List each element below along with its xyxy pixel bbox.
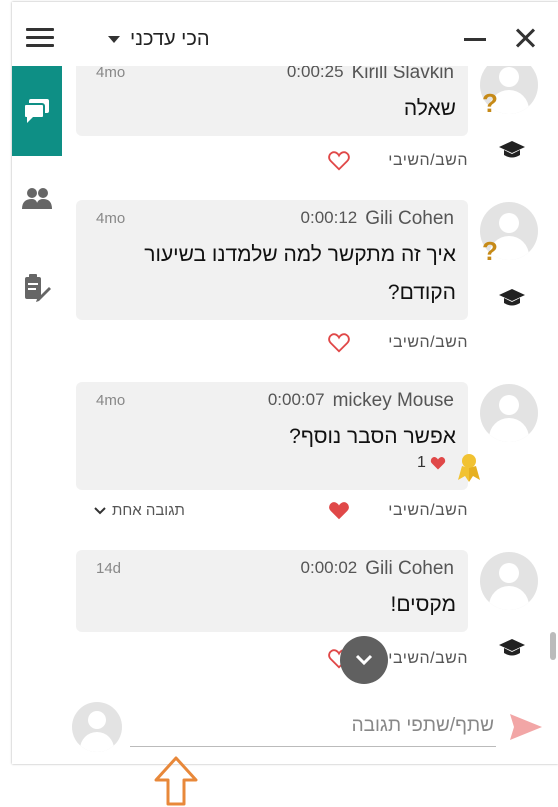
comment-time[interactable]: 0:00:12 (301, 208, 358, 230)
close-icon[interactable] (512, 24, 540, 52)
minimize-icon[interactable] (464, 38, 486, 41)
comment-input[interactable] (130, 706, 496, 747)
question-icon: ? (482, 88, 498, 118)
scroll-down-button[interactable] (340, 636, 388, 684)
comment-age: 14d (96, 560, 122, 577)
award-icon (458, 454, 480, 482)
likes-count: 1 (417, 454, 426, 471)
comment-card: 0:00:02 Gili Cohen 14d מקסים! (76, 550, 468, 632)
comment-author: Kirill Slavkin (351, 66, 454, 83)
avatar (480, 552, 538, 610)
comment-text: מקסים! (390, 593, 457, 616)
tab-participants[interactable] (12, 162, 62, 234)
comment-actions: השב/השיבי (76, 646, 468, 676)
comment-age: 4mo (96, 210, 126, 227)
comment-composer (62, 696, 558, 764)
comment-text: אפשר הסבר נוסף? (289, 425, 456, 448)
tab-notes[interactable] (12, 252, 62, 324)
heart-outline-icon[interactable] (328, 332, 350, 354)
question-icon: ? (482, 236, 498, 266)
graduation-cap-icon (499, 639, 525, 656)
hamburger-icon[interactable] (26, 28, 54, 48)
heart-filled-icon (430, 456, 446, 469)
replies-label: תגובה אחת (112, 502, 185, 519)
heart-outline-icon[interactable] (328, 150, 350, 172)
comment-author: mickey Mouse (332, 390, 454, 411)
scrollbar-thumb[interactable] (550, 632, 556, 660)
comment-age: 4mo (96, 66, 126, 81)
comment-author: Gili Cohen (365, 208, 454, 229)
reaction-summary[interactable]: 1 (417, 454, 446, 472)
chevron-down-icon (94, 506, 106, 514)
comment-actions: השב/השיבי תגובה אחת (76, 498, 468, 528)
comment-text: שאלה (403, 97, 456, 120)
reply-link[interactable]: השב/השיבי (388, 334, 468, 352)
reply-link[interactable]: השב/השיבי (388, 502, 468, 520)
clipboard-edit-icon (25, 274, 51, 302)
comment-author: Gili Cohen (365, 558, 454, 579)
chat-bubbles-icon (23, 99, 49, 123)
reply-link[interactable]: השב/השיבי (388, 152, 468, 170)
user-avatar (72, 702, 122, 752)
sort-label: הכי עדכני (130, 27, 210, 50)
chevron-down-icon (355, 654, 373, 666)
tab-discussion[interactable] (12, 66, 62, 156)
caret-down-icon (108, 35, 120, 43)
sort-dropdown[interactable]: הכי עדכני (108, 24, 210, 54)
comment-time[interactable]: 0:00:25 (287, 66, 344, 84)
send-icon[interactable] (508, 712, 544, 742)
graduation-cap-icon (499, 141, 525, 158)
comment-text: איך זה מתקשר למה שלמדנו בשיעור הקודם? (144, 243, 456, 304)
avatar (480, 384, 538, 442)
people-icon (22, 188, 52, 209)
comments-panel: הכי עדכני 0:00:25 Kirill Slavkin 4mo שאל… (12, 2, 558, 764)
comment-card: 0:00:12 Gili Cohen 4mo איך זה מתקשר למה … (76, 200, 468, 320)
show-replies-toggle[interactable]: תגובה אחת (94, 502, 185, 519)
reply-link[interactable]: השב/השיבי (388, 650, 468, 668)
heart-filled-icon[interactable] (328, 500, 350, 522)
comment-card: 0:00:07 mickey Mouse 4mo אפשר הסבר נוסף? (76, 382, 468, 490)
comment-age: 4mo (96, 392, 126, 409)
panel-header: הכי עדכני (12, 2, 558, 66)
comment-actions: השב/השיבי (76, 330, 468, 360)
comment-card: 0:00:25 Kirill Slavkin 4mo שאלה (76, 66, 468, 136)
side-nav (12, 66, 62, 764)
comments-list[interactable]: 0:00:25 Kirill Slavkin 4mo שאלה ? השב/הש… (62, 66, 558, 696)
graduation-cap-icon (499, 289, 525, 306)
comment-time[interactable]: 0:00:07 (268, 390, 325, 412)
comment-time[interactable]: 0:00:02 (301, 558, 358, 580)
arrow-up-icon (154, 756, 198, 806)
comment-actions: השב/השיבי (76, 148, 468, 178)
